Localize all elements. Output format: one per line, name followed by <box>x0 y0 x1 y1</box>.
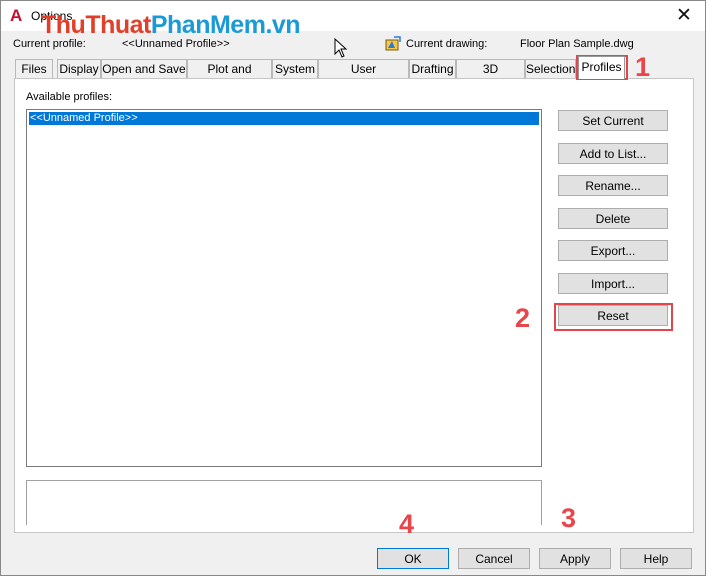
add-to-list-button[interactable]: Add to List... <box>558 143 668 164</box>
tab-user-preferences[interactable]: User Preferences <box>318 59 409 95</box>
tab-display[interactable]: Display <box>57 59 101 78</box>
step-number-3: 3 <box>561 503 577 533</box>
watermark-part-2: PhanMem <box>150 11 266 39</box>
close-icon[interactable]: ✕ <box>671 4 697 28</box>
tab-selection[interactable]: Selection <box>525 59 576 78</box>
mouse-cursor-icon <box>334 38 348 58</box>
autocad-logo-icon: A <box>10 6 23 25</box>
watermark: ThuThuatPhanMem.vn <box>41 11 301 40</box>
current-profile-value: <<Unnamed Profile>> <box>122 38 230 50</box>
tab-profiles[interactable]: Profiles <box>578 56 625 79</box>
import-button[interactable]: Import... <box>558 273 668 294</box>
reset-button-highlight <box>554 303 673 331</box>
step-number-1: 1 <box>635 52 651 82</box>
watermark-part-1: ThuThuat <box>41 11 151 39</box>
export-button[interactable]: Export... <box>558 240 668 261</box>
tab-system[interactable]: System <box>272 59 318 78</box>
list-item[interactable]: <<Unnamed Profile>> <box>29 112 539 125</box>
tab-drafting[interactable]: Drafting <box>409 59 456 78</box>
ok-button[interactable]: OK <box>377 548 449 569</box>
cancel-button[interactable]: Cancel <box>458 548 530 569</box>
rename-button[interactable]: Rename... <box>558 175 668 196</box>
current-drawing-value: Floor Plan Sample.dwg <box>520 38 634 50</box>
tab-files[interactable]: Files <box>15 59 53 78</box>
watermark-part-3: .vn <box>265 11 301 39</box>
current-profile-label: Current profile: <box>13 38 86 50</box>
profile-description-box <box>26 480 542 525</box>
current-drawing-label: Current drawing: <box>406 38 488 50</box>
help-button[interactable]: Help <box>620 548 692 569</box>
drawing-file-icon <box>385 36 401 51</box>
available-profiles-label: Available profiles: <box>26 91 113 103</box>
options-dialog: A Options ThuThuatPhanMem.vn ✕ Current p… <box>0 0 706 576</box>
available-profiles-list[interactable]: <<Unnamed Profile>> <box>26 109 542 467</box>
set-current-button[interactable]: Set Current <box>558 110 668 131</box>
title-bar: A Options ThuThuatPhanMem.vn ✕ <box>1 1 705 39</box>
tab-3d-modeling[interactable]: 3D Modeling <box>456 59 525 95</box>
tab-plot-and-publish[interactable]: Plot and Publish <box>187 59 272 95</box>
apply-button[interactable]: Apply <box>539 548 611 569</box>
step-number-4: 4 <box>399 509 415 539</box>
delete-button[interactable]: Delete <box>558 208 668 229</box>
step-number-2: 2 <box>515 303 531 333</box>
tab-open-and-save[interactable]: Open and Save <box>101 59 187 78</box>
